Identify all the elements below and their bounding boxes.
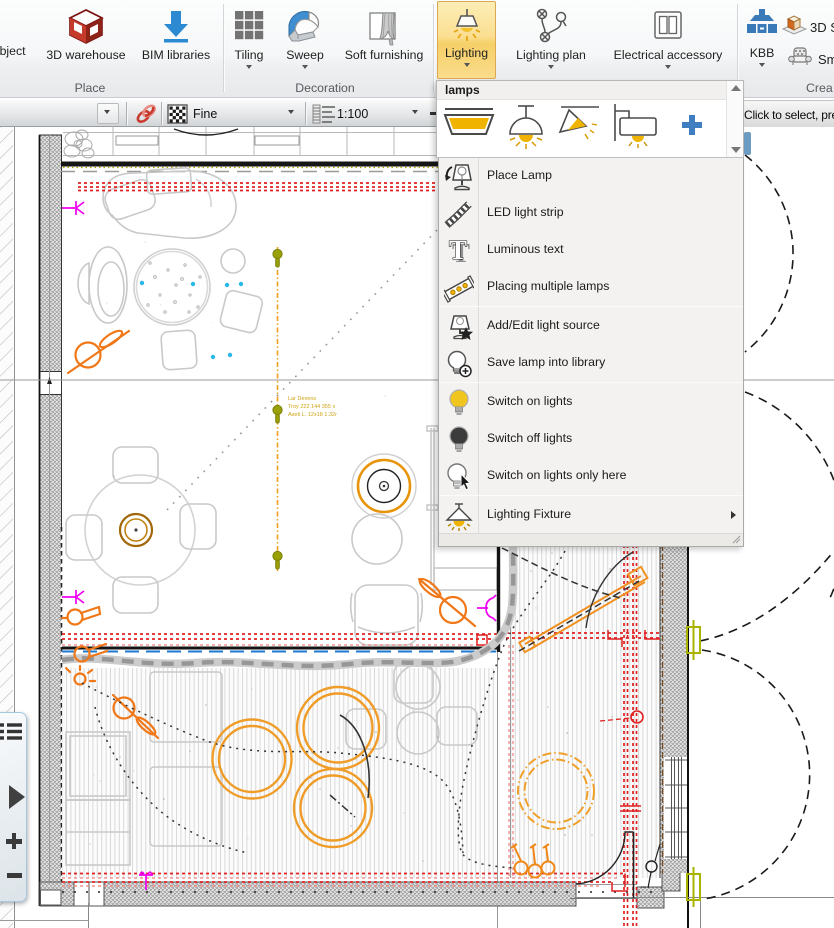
svg-text:Lar Devens: Lar Devens xyxy=(288,396,316,402)
svg-text:Troy 222 144 355 x: Troy 222 144 355 x xyxy=(288,404,335,410)
svg-text:T: T xyxy=(449,236,467,265)
svg-text:Aseti L. 12x18 1.32r: Aseti L. 12x18 1.32r xyxy=(288,412,337,418)
